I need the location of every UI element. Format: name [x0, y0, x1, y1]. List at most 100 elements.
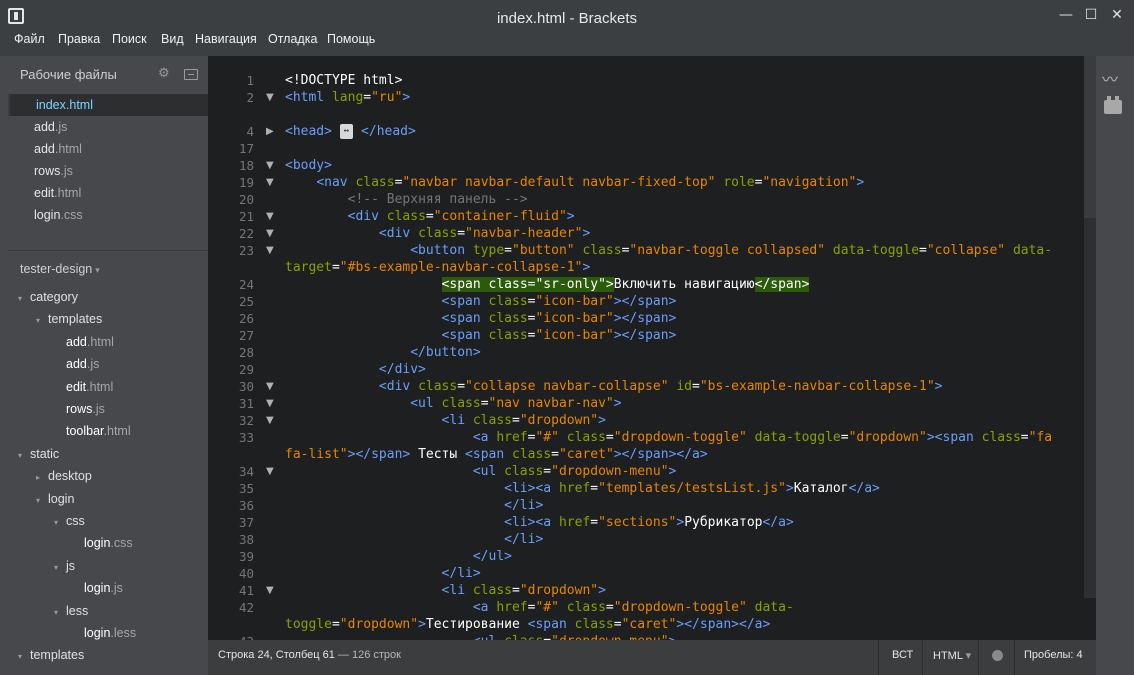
sidebar: Рабочие файлы ⚙ index.html add.js add.html… [0, 56, 208, 675]
menu-view[interactable]: Вид [161, 32, 184, 56]
collapsed-region-icon[interactable]: ↔ [339, 124, 354, 139]
code-editor[interactable]: 1 <!DOCTYPE html> 2 ▼ <html lang="ru"> 4 ▶ <hea… [208, 56, 1096, 640]
code-token: Каталог [793, 481, 849, 496]
code-text: <span class="sr-only">Включить навигацию… [285, 276, 810, 293]
tree-folder[interactable]: ▾ js [54, 555, 75, 577]
scrollbar-track[interactable] [1084, 218, 1096, 598]
split-view-icon[interactable] [184, 69, 198, 80]
fold-open-icon[interactable]: ▼ [266, 395, 274, 412]
indent-setting[interactable]: Пробелы: 4 [1024, 649, 1083, 661]
code-token: "navbar navbar-default navbar-fixed-top" [402, 175, 716, 190]
fold-open-icon[interactable]: ▼ [266, 412, 274, 429]
code-token: data-toggle [754, 430, 841, 445]
code-token: > [582, 260, 591, 275]
insert-mode-toggle[interactable]: ВСТ [892, 649, 913, 661]
code-token: = [331, 260, 340, 275]
language-select[interactable]: HTML ▾ [933, 649, 971, 662]
code-token: class [574, 617, 614, 632]
divider [1014, 640, 1015, 675]
code-token: </a> [762, 515, 794, 530]
fold-open-icon[interactable]: ▼ [266, 225, 274, 242]
code-token: href [558, 515, 591, 530]
folder-open-icon: ▾ [18, 652, 23, 662]
fold-open-icon[interactable]: ▼ [266, 208, 274, 225]
menu-navigate[interactable]: Навигация [195, 32, 257, 56]
extension-manager-icon[interactable] [1104, 96, 1122, 114]
code-token: <span [934, 430, 982, 445]
code-token: = [457, 379, 466, 394]
line-number: 27 [238, 328, 254, 343]
line-number: 43 [208, 633, 254, 640]
tree-file[interactable]: rows.js [66, 398, 105, 420]
minimize-button[interactable]: — [1056, 6, 1076, 24]
menu-find[interactable]: Поиск [112, 32, 147, 56]
working-file-item[interactable]: edit.html [8, 182, 208, 204]
fold-open-icon[interactable]: ▼ [266, 157, 274, 174]
tree-file[interactable]: login.css [84, 532, 133, 554]
code-token: "sections" [598, 515, 677, 530]
working-file-item[interactable]: add.js [8, 116, 208, 138]
file-extension: .html [65, 98, 93, 112]
line-number: 31 [238, 396, 254, 411]
working-file-item[interactable]: add.html [8, 138, 208, 160]
fold-open-icon[interactable]: ▼ [266, 378, 274, 395]
linter-status-icon[interactable] [992, 650, 1003, 661]
folder-open-icon: ▾ [18, 294, 23, 303]
code-text: <div class="container-fluid"> [285, 208, 575, 225]
live-preview-icon[interactable]: 〰 [1102, 66, 1126, 89]
close-button[interactable]: ✕ [1107, 6, 1127, 24]
fold-open-icon[interactable]: ▼ [266, 242, 274, 259]
tree-file[interactable]: toolbar.html [66, 420, 131, 442]
fold-open-icon[interactable]: ▼ [266, 463, 274, 480]
fold-open-icon[interactable]: ▼ [266, 582, 274, 599]
code-text: </button> [285, 344, 480, 361]
tree-folder[interactable]: ▾ login [36, 488, 74, 510]
code-line: 23 ▼ <button type="button" class="navbar-… [208, 242, 1096, 259]
tree-folder[interactable]: ▾ less [54, 600, 88, 622]
project-dropdown[interactable]: tester-design ▾ [20, 262, 100, 276]
code-token: = [590, 481, 599, 496]
code-text: <body> [285, 157, 332, 174]
tree-file[interactable]: add.html [66, 331, 114, 353]
tree-file[interactable]: login.js [84, 577, 123, 599]
code-token: <a [472, 430, 497, 445]
tree-folder[interactable]: ▾ static [18, 443, 59, 465]
gear-icon[interactable]: ⚙ [158, 66, 170, 81]
code-token: > [856, 175, 865, 190]
working-file-item[interactable]: login.css [8, 204, 208, 226]
menu-debug[interactable]: Отладка [268, 32, 317, 56]
fold-open-icon[interactable]: ▼ [266, 89, 274, 106]
menu-edit[interactable]: Правка [58, 32, 100, 56]
line-number: 4 [246, 124, 254, 139]
folder-name: templates [48, 312, 103, 327]
code-text: </li> [285, 497, 543, 514]
folder-open-icon: ▾ [54, 607, 59, 617]
tree-file[interactable]: add.js [66, 353, 99, 375]
code-token: > [418, 617, 426, 632]
code-token: "navbar-header" [465, 226, 583, 241]
folder-open-icon: ▾ [36, 316, 41, 326]
fold-closed-icon[interactable]: ▶ [266, 123, 274, 140]
tree-folder[interactable]: ▾ templates [36, 308, 102, 330]
tree-file[interactable]: login.less [84, 622, 136, 644]
tree-folder[interactable]: ▾ templates [18, 644, 84, 666]
working-file-item[interactable]: index.html [8, 94, 208, 116]
menu-help[interactable]: Помощь [327, 32, 375, 56]
menu-file[interactable]: Файл [14, 32, 45, 56]
scrollbar-thumb[interactable] [1084, 56, 1096, 218]
tree-folder[interactable]: ▸ desktop [36, 465, 92, 487]
tree-folder[interactable]: ▾ category [18, 286, 78, 308]
code-line: 34 ▼ <ul class="dropdown-menu"> [208, 463, 1096, 480]
code-token: class [981, 430, 1021, 445]
tree-folder[interactable]: ▾ css [54, 510, 85, 532]
code-token: class [566, 430, 606, 445]
tree-file[interactable]: edit.html [66, 376, 113, 398]
fold-open-icon[interactable]: ▼ [266, 174, 274, 191]
maximize-button[interactable]: ☐ [1081, 6, 1101, 24]
working-file-item[interactable]: rows.js [8, 160, 208, 182]
